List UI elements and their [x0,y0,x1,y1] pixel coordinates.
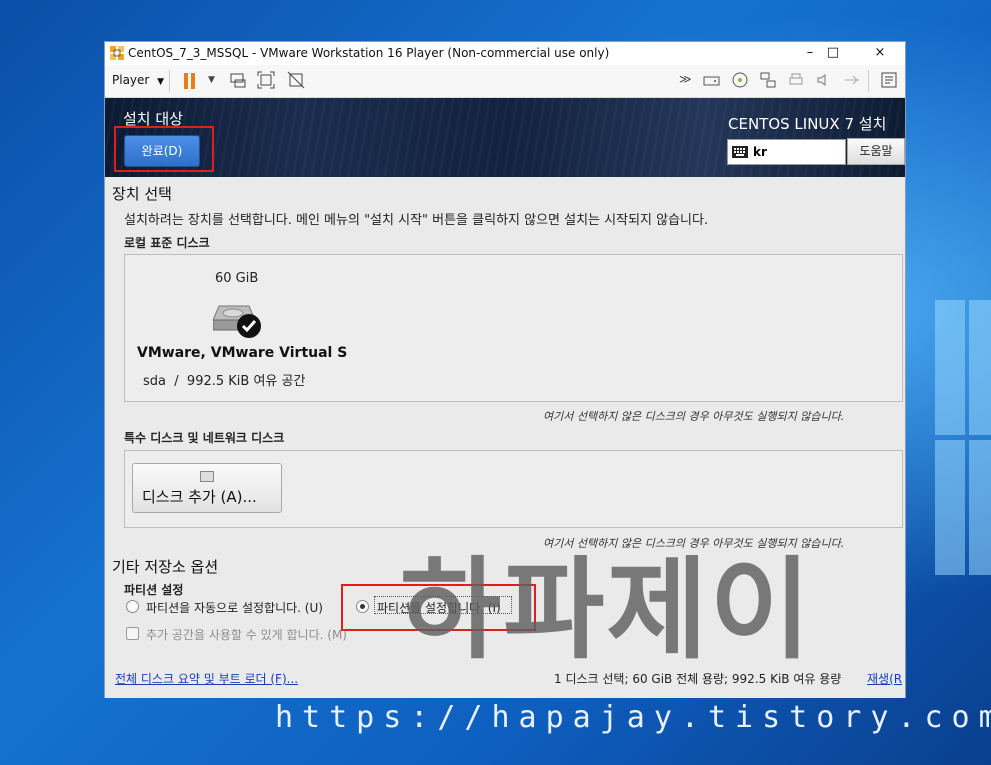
auto-partition-radio[interactable] [126,600,139,613]
usb-icon[interactable] [843,71,861,89]
player-menu[interactable]: Player ▼ [112,73,164,87]
toolbar-divider [169,70,170,92]
disk-device: sda [143,374,166,389]
device-selection-title: 장치 선택 [112,185,172,203]
disk-info: sda / 992.5 KiB 여유 공간 [143,370,305,389]
refresh-link[interactable]: 재생(R [867,670,902,687]
disk-size: 60 GiB [215,271,259,286]
unity-icon[interactable] [287,71,305,89]
disk-item-sda[interactable]: 60 GiB VMware, VMware Virtual S sda / 99… [125,255,355,401]
maximize-button[interactable]: □ [813,43,853,63]
message-log-icon[interactable] [880,71,898,89]
keyboard-icon [732,146,748,158]
help-button[interactable]: 도움말 [847,138,905,165]
local-disks-note: 여기서 선택하지 않은 디스크의 경우 아무것도 실행되지 않습니다. [543,410,845,423]
special-disks-label: 특수 디스크 및 네트워크 디스크 [124,431,285,445]
keyboard-layout-text: kr [753,145,767,159]
local-disks-panel: 60 GiB VMware, VMware Virtual S sda / 99… [124,254,903,402]
window-titlebar: CentOS_7_3_MSSQL - VMware Workstation 16… [105,42,905,65]
disk-free-space: 992.5 KiB 여유 공간 [186,374,306,389]
partition-setting-label: 파티션 설정 [124,583,184,597]
player-menu-label: Player [112,73,150,87]
local-disks-label: 로컬 표준 디스크 [124,236,210,250]
special-disks-panel: 디스크 추가 (A)... [124,450,903,528]
close-button[interactable]: × [860,43,900,63]
disk-name: VMware, VMware Virtual S [137,345,348,361]
disk-info-separator: / [174,374,179,389]
keyboard-layout-indicator[interactable]: kr [727,139,846,165]
add-disk-button-label: 디스크 추가 (A)... [142,488,257,506]
device-selection-description: 설치하려는 장치를 선택합니다. 메인 메뉴의 "설치 시작" 버튼을 클릭하지… [124,213,709,228]
watermark-korean: 하파제이 [400,546,813,674]
installer-header: 설치 대상 완료(D) CENTOS LINUX 7 설치 kr 도움말 [105,98,905,177]
vmware-app-icon [110,46,124,60]
other-storage-title: 기타 저장소 옵션 [112,558,219,576]
header-pattern [105,98,905,177]
sound-icon[interactable] [815,71,833,89]
windows-logo-icon [935,300,991,580]
chevron-down-icon: ▼ [157,77,165,87]
printer-icon[interactable] [787,71,805,89]
disk-summary-link[interactable]: 전체 디스크 요약 및 부트 로더 (F)... [115,670,298,687]
more-icon[interactable]: ≫ [679,72,692,86]
pause-icon[interactable] [183,72,197,90]
watermark-url: https://hapajay.tistory.com/ [275,700,991,735]
toolbar-divider [868,70,869,92]
add-disk-button[interactable]: 디스크 추가 (A)... [132,463,282,513]
highlight-box [114,126,214,172]
send-ctrl-alt-del-icon[interactable] [229,71,247,89]
extra-space-label[interactable]: 추가 공간을 사용할 수 있게 합니다. (M) [146,626,347,643]
disk-add-icon [200,471,214,482]
hard-disk-icon[interactable] [703,72,721,88]
vmware-toolbar: Player ▼ ▼ ≫ [105,65,905,98]
fullscreen-icon[interactable] [257,71,275,89]
window-title: CentOS_7_3_MSSQL - VMware Workstation 16… [128,46,610,60]
extra-space-checkbox[interactable] [126,627,139,640]
hard-drive-selected-icon [213,305,261,338]
network-adapter-icon[interactable] [759,71,777,89]
auto-partition-label[interactable]: 파티션을 자동으로 설정합니다. (U) [146,599,323,616]
product-title: CENTOS LINUX 7 설치 [728,115,887,133]
cd-dvd-icon[interactable] [731,71,749,89]
pause-dropdown-icon[interactable]: ▼ [208,75,215,85]
